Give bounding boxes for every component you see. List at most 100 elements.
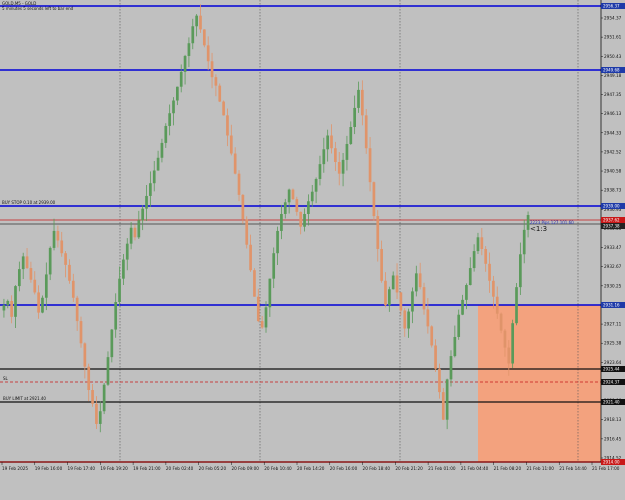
candle-body bbox=[330, 135, 333, 149]
candle-body bbox=[438, 368, 441, 393]
candle-body bbox=[492, 280, 495, 297]
time-tick-label: 19 Feb 21:00 bbox=[133, 466, 161, 471]
candle-body bbox=[17, 269, 21, 287]
buy-limit-label: BUY LIMIT at 2921.40 bbox=[3, 396, 46, 401]
candle-body bbox=[48, 247, 52, 275]
candle-body bbox=[480, 237, 484, 249]
candle-body bbox=[361, 89, 364, 116]
svg-text:2931.16: 2931.16 bbox=[603, 303, 620, 308]
candle-body bbox=[314, 178, 318, 192]
candle-body bbox=[64, 253, 67, 265]
candle-body bbox=[83, 343, 87, 367]
candle-body bbox=[295, 199, 299, 212]
candle-body bbox=[368, 148, 372, 183]
candle-body bbox=[260, 321, 264, 328]
candle-body bbox=[152, 170, 156, 184]
time-tick-label: 19 Feb 16:00 bbox=[35, 466, 63, 471]
price-tick-label: 2942.52 bbox=[604, 149, 622, 154]
candle-body bbox=[334, 148, 337, 163]
candle-body bbox=[411, 291, 414, 312]
candle-body bbox=[488, 263, 491, 281]
candle-body bbox=[395, 275, 399, 293]
candle-body bbox=[137, 220, 141, 238]
candle-body bbox=[2, 305, 6, 311]
candle-body bbox=[87, 366, 91, 391]
candle-body bbox=[179, 71, 183, 87]
price-tag-top: 2956.37 bbox=[601, 3, 625, 9]
price-tick-label: 2916.45 bbox=[604, 436, 622, 441]
candle-body bbox=[75, 297, 79, 322]
candle-body bbox=[133, 227, 137, 238]
candle-body bbox=[122, 259, 125, 279]
candle-body bbox=[287, 189, 291, 203]
price-tag-black-2: 2924.37 bbox=[601, 379, 625, 385]
candle-body bbox=[44, 274, 48, 298]
candle-body bbox=[71, 280, 75, 298]
svg-text:2939.00: 2939.00 bbox=[603, 204, 620, 209]
price-tick-label: 2930.25 bbox=[604, 283, 622, 288]
time-tick-label: 21 Feb 04:40 bbox=[461, 466, 489, 471]
candle-body bbox=[341, 159, 345, 174]
price-tick-label: 2949.18 bbox=[604, 73, 622, 78]
chart-window[interactable]: GOLD,M5 - GOLD 5 minutes 5 seconds left … bbox=[0, 0, 625, 500]
sl-label: SL bbox=[3, 376, 9, 381]
time-tick-label: 19 Feb 19:20 bbox=[100, 466, 128, 471]
svg-text:2925.44: 2925.44 bbox=[603, 367, 620, 372]
candle-body bbox=[149, 183, 152, 196]
candle-body bbox=[318, 164, 322, 179]
candle-body bbox=[129, 227, 133, 244]
candle-body bbox=[256, 296, 260, 322]
candle-body bbox=[160, 142, 164, 158]
candle-body bbox=[291, 189, 295, 200]
candle-body bbox=[449, 356, 453, 380]
candle-body bbox=[403, 310, 407, 329]
svg-text:2949.68: 2949.68 bbox=[603, 68, 620, 73]
candle-body bbox=[253, 270, 256, 297]
candle-body bbox=[164, 125, 168, 143]
time-tick-label: 21 Feb 17:00 bbox=[592, 466, 620, 471]
candle-body bbox=[68, 264, 71, 281]
candle-body bbox=[172, 100, 175, 114]
candle-body bbox=[511, 323, 515, 364]
candle-body bbox=[507, 347, 511, 364]
candle-body bbox=[10, 300, 13, 317]
price-chart[interactable]: GOLD,M5 - GOLD 5 minutes 5 seconds left … bbox=[0, 0, 625, 500]
svg-text:2921.40: 2921.40 bbox=[603, 400, 620, 405]
candle-body bbox=[307, 201, 310, 214]
price-tag-upper: 2949.68 bbox=[601, 67, 625, 73]
time-axis[interactable]: 19 Feb 2025 19 Feb 16:00 19 Feb 17:40 19 Fe… bbox=[1, 462, 620, 471]
candle-body bbox=[229, 135, 233, 154]
candle-body bbox=[445, 379, 449, 420]
candle-body bbox=[98, 411, 102, 424]
candle-body bbox=[56, 230, 60, 241]
candle-body bbox=[214, 77, 218, 86]
price-tick-label: 2923.64 bbox=[604, 360, 622, 365]
candle-body bbox=[484, 248, 488, 264]
candle-body bbox=[280, 213, 283, 231]
candle-body bbox=[299, 211, 303, 227]
time-tick-label: 20 Feb 21:20 bbox=[395, 466, 423, 471]
candle-body bbox=[515, 287, 518, 324]
candle-body bbox=[418, 273, 422, 288]
candle-body bbox=[237, 173, 241, 195]
price-tag-buy-stop: 2939.00 bbox=[601, 203, 625, 209]
candle-body bbox=[141, 208, 145, 221]
candle-body bbox=[380, 248, 383, 281]
price-tick-label: 2951.61 bbox=[604, 35, 622, 40]
price-tick-label: 2933.47 bbox=[604, 245, 622, 250]
time-tick-label: 20 Feb 09:00 bbox=[231, 466, 259, 471]
candle-body bbox=[434, 345, 437, 369]
time-tick-label: 21 Feb 08:20 bbox=[494, 466, 522, 471]
candle-body bbox=[6, 300, 10, 306]
candle-body bbox=[191, 26, 195, 44]
candle-body bbox=[322, 149, 326, 165]
candle-body bbox=[422, 287, 426, 310]
candle-body bbox=[102, 384, 106, 412]
candle-body bbox=[357, 89, 360, 108]
risk-reward-label: <1:3 bbox=[530, 225, 547, 233]
candle-body bbox=[106, 357, 110, 385]
candle-body bbox=[118, 278, 121, 302]
candle-body bbox=[14, 286, 17, 317]
price-tick-label: 2938.73 bbox=[604, 188, 622, 193]
candle-body bbox=[241, 194, 245, 220]
